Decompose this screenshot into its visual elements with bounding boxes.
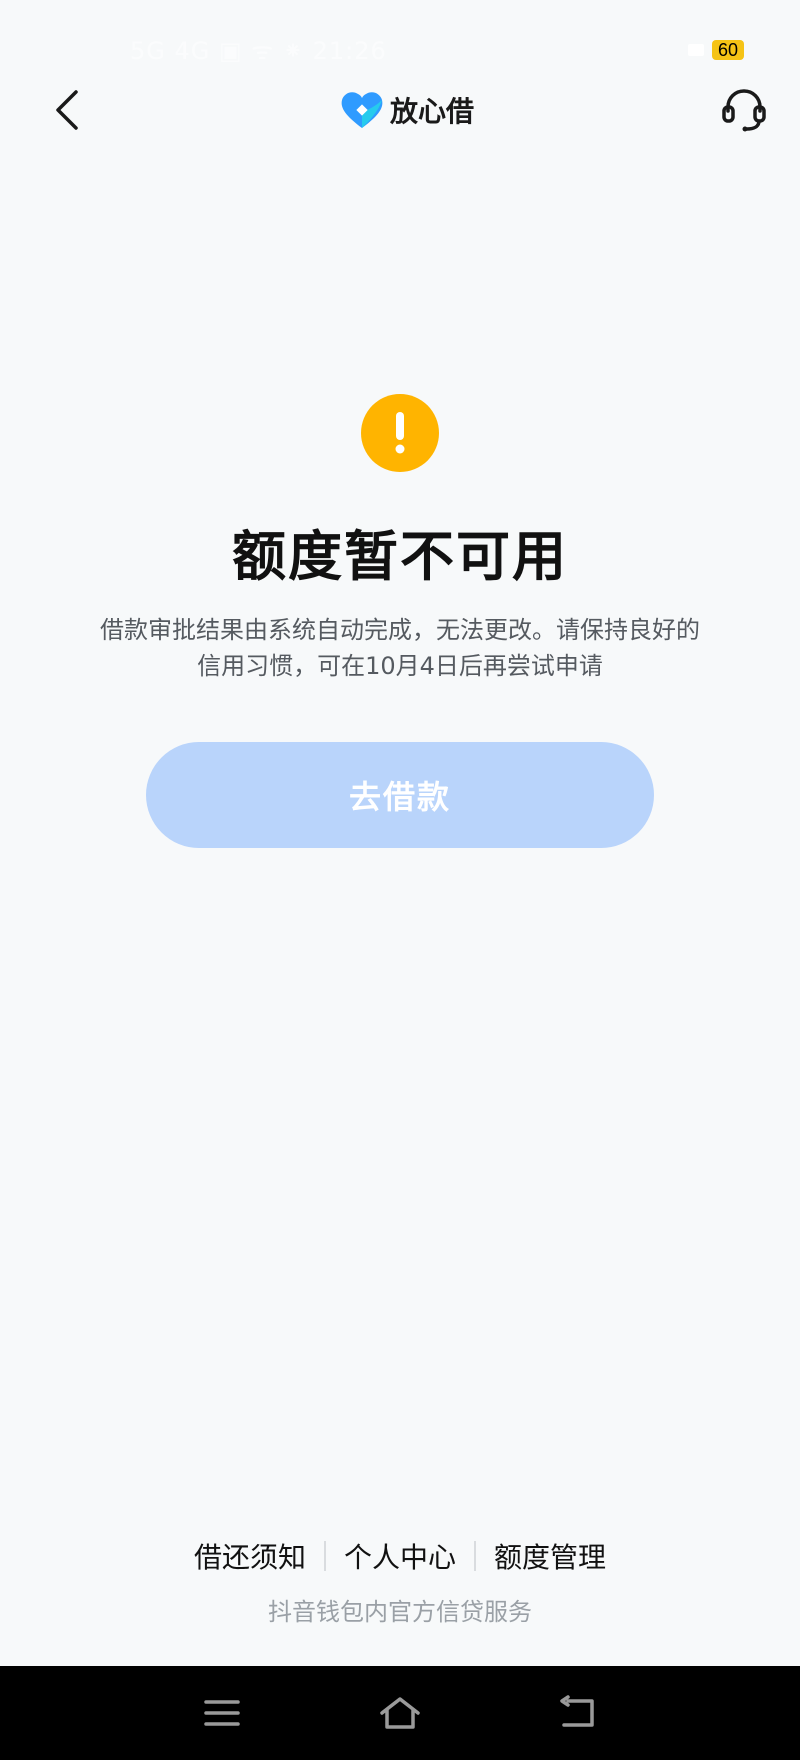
brand-name: 放心借 — [390, 95, 475, 128]
brand-heart-icon — [341, 92, 383, 128]
result-description: 借款审批结果由系统自动完成，无法更改。请保持良好的信用习惯，可在10月4日后再尝… — [100, 616, 700, 680]
back-button[interactable] — [40, 82, 96, 138]
footer-link-credit-management[interactable]: 额度管理 — [476, 1536, 624, 1576]
footer-note: 抖音钱包内官方信贷服务 — [268, 1598, 532, 1626]
status-text: 5G 4G ▣ ᯤ ⁕ 21:26 — [130, 37, 387, 65]
result-title: 额度暂不可用 — [232, 525, 568, 588]
footer-link-personal-center[interactable]: 个人中心 — [326, 1536, 474, 1576]
warning-icon — [361, 394, 439, 472]
exclamation-icon — [395, 412, 405, 454]
menu-icon — [204, 1700, 240, 1726]
chevron-left-icon — [56, 90, 78, 130]
battery-saver-icon — [688, 44, 704, 56]
system-nav-bar — [0, 1666, 800, 1760]
customer-service-button[interactable] — [716, 82, 772, 138]
brand: 放心借 — [340, 88, 474, 132]
borrow-button[interactable]: 去借款 — [146, 742, 654, 848]
system-menu-button[interactable] — [192, 1688, 252, 1738]
headset-icon — [722, 89, 766, 132]
back-icon — [560, 1695, 594, 1727]
footer-link-borrow-notice[interactable]: 借还须知 — [176, 1536, 324, 1576]
nav-bar: 放心借 — [0, 68, 800, 148]
system-back-button[interactable] — [548, 1688, 608, 1738]
system-home-button[interactable] — [370, 1688, 430, 1738]
footer-links: 借还须知 个人中心 额度管理 — [0, 1536, 800, 1576]
home-icon — [380, 1697, 420, 1729]
battery-level: 60 — [712, 40, 745, 60]
